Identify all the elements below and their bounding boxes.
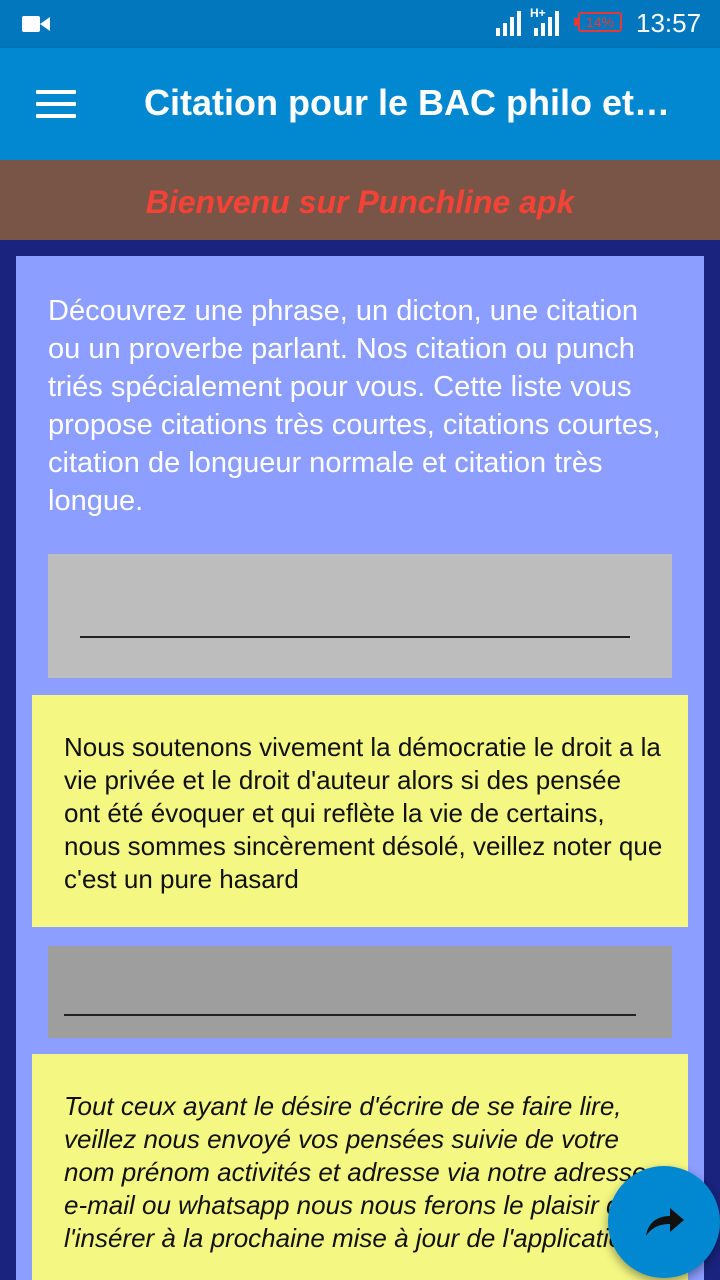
- separator-line: [80, 636, 630, 638]
- welcome-banner: Bienvenu sur Punchline apk: [0, 160, 720, 240]
- separator-box: [48, 554, 672, 678]
- content-panel[interactable]: Découvrez une phrase, un dicton, une cit…: [16, 256, 704, 1280]
- invitation-card: Tout ceux ayant le désire d'écrire de se…: [32, 1054, 688, 1280]
- status-time: 13:57: [636, 8, 702, 38]
- invitation-text: Tout ceux ayant le désire d'écrire de se…: [64, 1091, 647, 1253]
- app-bar: Citation pour le BAC philo et…: [0, 48, 720, 160]
- separator-line: [64, 1014, 636, 1016]
- share-arrow-icon: [646, 1208, 684, 1236]
- battery-indicator: 14%: [574, 12, 622, 32]
- network-type-label: H+: [530, 6, 546, 20]
- intro-text: Découvrez une phrase, un dicton, une cit…: [48, 295, 661, 517]
- disclaimer-card: Nous soutenons vivement la démocratie le…: [32, 695, 688, 927]
- hamburger-menu-icon[interactable]: [36, 90, 76, 118]
- signal-strength-icon: [496, 11, 521, 36]
- status-bar: H+ 14% 13:57: [0, 0, 720, 48]
- page-title: Citation pour le BAC philo et…: [144, 82, 670, 123]
- share-fab-button[interactable]: [608, 1166, 720, 1278]
- welcome-text: Bienvenu sur Punchline apk: [145, 184, 575, 220]
- mobile-data-icon: H+: [530, 6, 559, 36]
- separator-box: [48, 946, 672, 1038]
- disclaimer-text: Nous soutenons vivement la démocratie le…: [64, 732, 663, 894]
- video-camera-icon: [22, 16, 50, 32]
